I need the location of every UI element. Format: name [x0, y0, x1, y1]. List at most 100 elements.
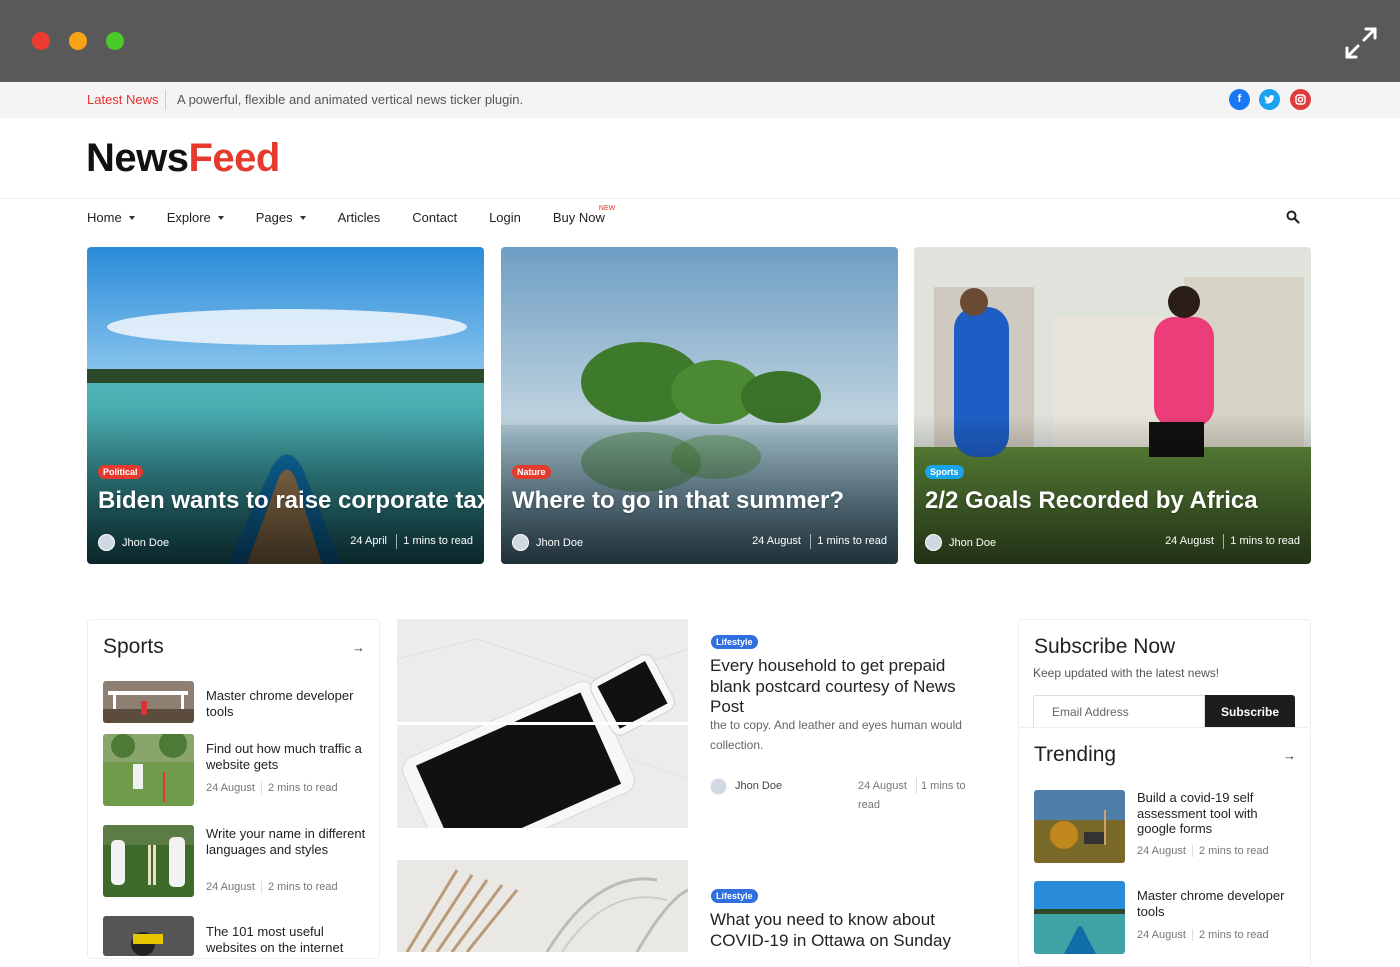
- category-tag[interactable]: Political: [98, 465, 143, 479]
- list-item-date: 24 August: [1137, 845, 1186, 857]
- card-meta: Jhon Doe 24 April 1 mins to read: [98, 534, 473, 552]
- maximize-window-button[interactable]: [106, 32, 124, 50]
- list-item-meta: 24 August 2 mins to read: [206, 881, 338, 894]
- category-tag[interactable]: Lifestyle: [711, 889, 758, 903]
- arrow-right-icon[interactable]: →: [1283, 748, 1296, 763]
- category-tag[interactable]: Sports: [925, 465, 964, 479]
- card-date: 24 August: [752, 535, 801, 547]
- category-tag[interactable]: Nature: [512, 465, 551, 479]
- list-item-title[interactable]: Write your name in different languages a…: [206, 826, 371, 857]
- twitter-icon[interactable]: [1259, 89, 1280, 110]
- meta-divider: [1191, 845, 1193, 858]
- list-item-read-time: 2 mins to read: [267, 881, 338, 893]
- card-date: 24 April: [350, 535, 387, 547]
- nav-home[interactable]: Home: [87, 210, 135, 225]
- ticker-divider: [165, 90, 166, 110]
- card-date: 24 August: [1165, 535, 1214, 547]
- close-window-button[interactable]: [32, 32, 50, 50]
- sports-title[interactable]: Sports: [103, 635, 164, 659]
- subscribe-description: Keep updated with the latest news!: [1033, 666, 1220, 680]
- list-item[interactable]: The 101 most useful websites on the inte…: [103, 916, 373, 956]
- ticker-label[interactable]: Latest News: [87, 92, 159, 107]
- list-item[interactable]: Write your name in different languages a…: [103, 825, 373, 897]
- list-item-title[interactable]: Find out how much traffic a website gets: [206, 741, 371, 772]
- thumbnail: [103, 681, 194, 723]
- browser-chrome: [0, 0, 1400, 82]
- list-item-date: 24 August: [1137, 929, 1186, 941]
- article-title[interactable]: Every household to get prepaid blank pos…: [710, 656, 990, 718]
- email-field[interactable]: Email Address: [1033, 695, 1205, 731]
- sports-panel: Sports → Master chrome developer tools F…: [87, 619, 380, 959]
- facebook-icon[interactable]: f: [1229, 89, 1250, 110]
- list-item-title[interactable]: Master chrome developer tools: [1137, 888, 1297, 919]
- meta-divider: [260, 782, 262, 795]
- nav-contact[interactable]: Contact: [412, 210, 457, 225]
- list-item[interactable]: Find out how much traffic a website gets…: [103, 734, 373, 806]
- card-meta: Jhon Doe 24 August 1 mins to read: [925, 534, 1300, 552]
- article-image-devices[interactable]: [397, 619, 688, 828]
- chevron-down-icon: [299, 215, 306, 220]
- card-title[interactable]: 2/2 Goals Recorded by Africa: [925, 487, 1258, 515]
- list-item-meta: 24 August 2 mins to read: [1137, 845, 1269, 858]
- meta-divider: [810, 534, 811, 549]
- meta-divider: [260, 881, 262, 894]
- list-item[interactable]: Master chrome developer tools 24 August 2…: [1034, 881, 1304, 954]
- list-item[interactable]: Master chrome developer tools: [103, 681, 373, 723]
- avatar: [512, 534, 529, 551]
- nav-login[interactable]: Login: [489, 210, 521, 225]
- featured-card[interactable]: Political Biden wants to raise corporate…: [87, 247, 484, 564]
- avatar: [925, 534, 942, 551]
- article-title[interactable]: What you need to know about COVID-19 in …: [710, 910, 990, 951]
- list-item-date: 24 August: [206, 881, 255, 893]
- card-author[interactable]: Jhon Doe: [536, 537, 583, 549]
- article-read-time: 1 mins to read: [858, 780, 966, 811]
- avatar: [98, 534, 115, 551]
- list-item-title[interactable]: Master chrome developer tools: [206, 688, 371, 719]
- header-divider: [0, 198, 1400, 199]
- subscribe-button[interactable]: Subscribe: [1205, 695, 1295, 731]
- site-logo[interactable]: NewsFeed: [86, 136, 280, 181]
- list-item-title[interactable]: The 101 most useful websites on the inte…: [206, 924, 371, 955]
- thumbnail: [103, 825, 194, 897]
- nav-pages[interactable]: Pages: [256, 210, 306, 225]
- ticker-text[interactable]: A powerful, flexible and animated vertic…: [177, 92, 523, 107]
- thumbnail: [1034, 790, 1125, 863]
- list-item-read-time: 2 mins to read: [1198, 845, 1269, 857]
- list-item-read-time: 2 mins to read: [1198, 929, 1269, 941]
- thumbnail: [103, 734, 194, 806]
- card-read-time: 1 mins to read: [1230, 535, 1300, 547]
- news-ticker-bar: Latest News A powerful, flexible and ani…: [0, 82, 1400, 118]
- list-item-read-time: 2 mins to read: [267, 782, 338, 794]
- trending-panel: Trending → Build a covid-19 self assessm…: [1018, 727, 1311, 967]
- featured-card[interactable]: Sports 2/2 Goals Recorded by Africa Jhon…: [914, 247, 1311, 564]
- article-excerpt: the to copy. And leather and eyes human …: [710, 718, 962, 752]
- nav-explore[interactable]: Explore: [167, 210, 224, 225]
- arrow-right-icon[interactable]: →: [352, 640, 365, 655]
- avatar: [710, 778, 727, 795]
- article-meta: Jhon Doe 24 August 1 mins to read: [710, 778, 980, 818]
- card-title[interactable]: Biden wants to raise corporate tax: [98, 487, 484, 515]
- article-image-architecture[interactable]: [397, 860, 688, 952]
- nav-buy-now[interactable]: Buy Now NEW: [553, 205, 615, 225]
- instagram-icon[interactable]: [1290, 89, 1311, 110]
- list-item-meta: 24 August 2 mins to read: [206, 782, 338, 795]
- category-tag[interactable]: Lifestyle: [711, 635, 758, 649]
- list-item[interactable]: Build a covid-19 self assessment tool wi…: [1034, 790, 1304, 863]
- list-item-title[interactable]: Build a covid-19 self assessment tool wi…: [1137, 790, 1297, 837]
- article-author[interactable]: Jhon Doe: [735, 780, 782, 792]
- card-title[interactable]: Where to go in that summer?: [512, 487, 844, 515]
- card-author[interactable]: Jhon Doe: [949, 537, 996, 549]
- nav-articles[interactable]: Articles: [338, 210, 381, 225]
- fullscreen-icon[interactable]: [1344, 26, 1378, 60]
- trending-title[interactable]: Trending: [1034, 743, 1116, 767]
- nav-pages-label: Pages: [255, 210, 293, 225]
- nav-login-label: Login: [489, 210, 521, 225]
- list-item-meta: 24 August 2 mins to read: [1137, 929, 1269, 942]
- card-author[interactable]: Jhon Doe: [122, 537, 169, 549]
- search-icon[interactable]: [1286, 210, 1300, 224]
- featured-card[interactable]: Nature Where to go in that summer? Jhon …: [501, 247, 898, 564]
- chevron-down-icon: [217, 215, 224, 220]
- minimize-window-button[interactable]: [69, 32, 87, 50]
- subscribe-title: Subscribe Now: [1034, 635, 1176, 658]
- chevron-down-icon: [128, 215, 135, 220]
